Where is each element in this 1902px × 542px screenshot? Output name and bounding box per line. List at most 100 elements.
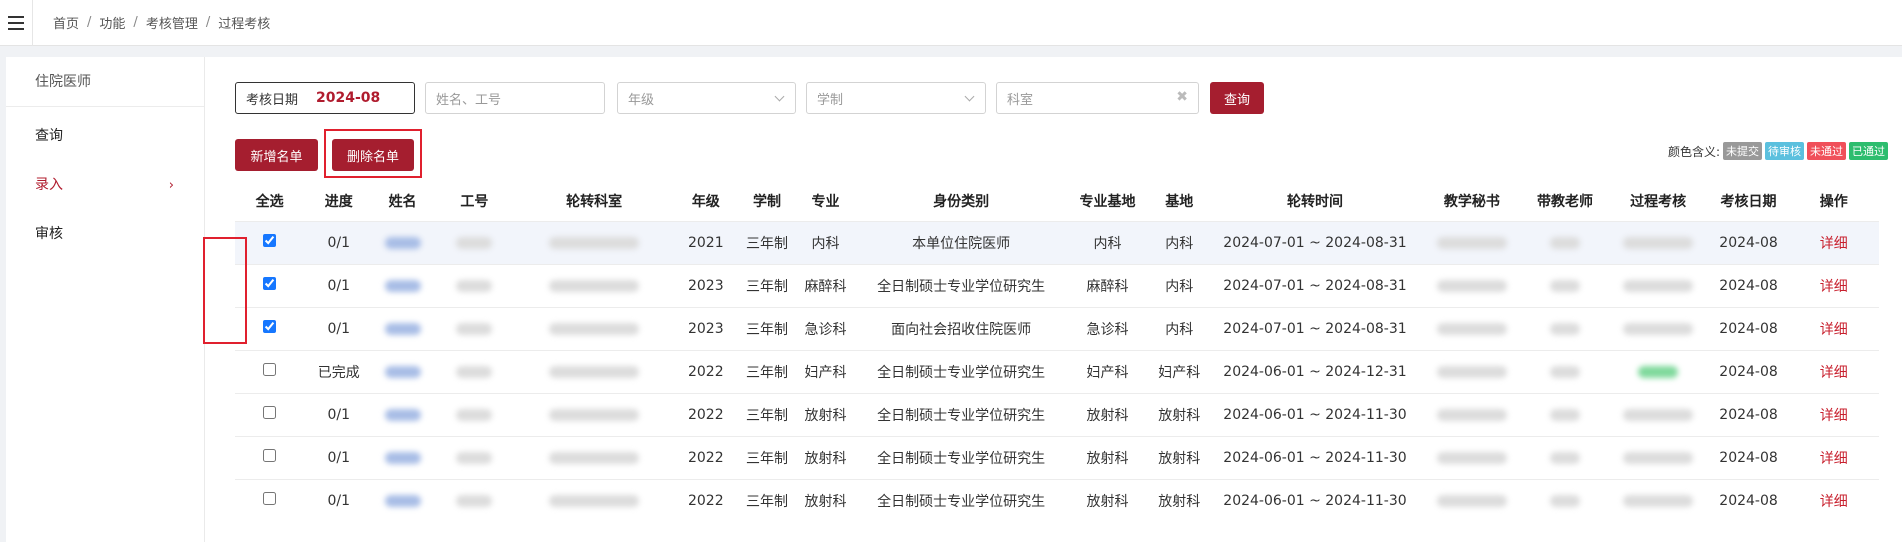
system-cell: 三年制 bbox=[740, 263, 794, 307]
redacted-secretary bbox=[1436, 408, 1507, 421]
table-row[interactable]: 0/1 2023 三年制 急诊科 面向社会招收住院医师 急诊科 内科 2024-07-01 ~… bbox=[235, 306, 1879, 350]
teacher-cell bbox=[1522, 220, 1608, 264]
major-base-cell: 急诊科 bbox=[1064, 306, 1151, 350]
name-cell bbox=[373, 306, 432, 350]
redacted-teacher bbox=[1550, 408, 1581, 421]
redacted-secretary bbox=[1436, 365, 1507, 378]
sidebar-item-query[interactable]: 查询 bbox=[6, 112, 204, 161]
breadcrumb-home[interactable]: 首页 bbox=[53, 13, 79, 32]
col-rotation-dept: 轮转科室 bbox=[516, 181, 672, 221]
col-operation: 操作 bbox=[1788, 181, 1879, 221]
col-assessment-date: 考核日期 bbox=[1708, 181, 1789, 221]
sidebar-item-review[interactable]: 审核 bbox=[6, 210, 204, 259]
teaching-secretary-cell bbox=[1421, 220, 1523, 264]
major-base-cell: 麻醉科 bbox=[1064, 263, 1151, 307]
assessment-date-cell: 2024-08 bbox=[1708, 392, 1789, 436]
redacted-rotation-dept bbox=[549, 408, 640, 421]
detail-link[interactable]: 详细 bbox=[1820, 494, 1848, 510]
row-checkbox[interactable] bbox=[263, 492, 277, 506]
table-row[interactable]: 0/1 2021 三年制 内科 本单位住院医师 内科 内科 2024-07-01 ~ 2024… bbox=[235, 220, 1879, 264]
operation-cell: 详细 bbox=[1788, 220, 1879, 264]
teaching-secretary-cell bbox=[1421, 478, 1523, 522]
legend-label: 颜色含义: bbox=[1667, 144, 1720, 159]
col-base: 基地 bbox=[1150, 181, 1209, 221]
detail-link[interactable]: 详细 bbox=[1820, 365, 1848, 381]
identity-cell: 全日制硕士专业学位研究生 bbox=[857, 392, 1065, 436]
clear-icon[interactable]: ✖ bbox=[1176, 89, 1188, 105]
staff-id-cell bbox=[431, 220, 517, 264]
col-system: 学制 bbox=[740, 181, 794, 221]
sidebar-item-label: 审核 bbox=[35, 226, 63, 242]
detail-link[interactable]: 详细 bbox=[1820, 236, 1848, 252]
grade-select[interactable]: 年级 bbox=[617, 82, 796, 114]
department-select[interactable]: 科室 ✖ bbox=[996, 82, 1199, 114]
base-cell: 放射科 bbox=[1150, 478, 1209, 522]
teacher-cell bbox=[1522, 349, 1608, 393]
name-cell bbox=[373, 263, 432, 307]
row-checkbox[interactable] bbox=[263, 449, 277, 462]
assessment-date-picker[interactable]: 考核日期 2024-08 bbox=[235, 82, 415, 114]
rotation-dept-cell bbox=[516, 263, 672, 307]
system-select[interactable]: 学制 bbox=[806, 82, 986, 114]
row-checkbox[interactable] bbox=[263, 277, 277, 290]
breadcrumb-function[interactable]: 功能 bbox=[99, 13, 125, 32]
table-body: 0/1 2021 三年制 内科 本单位住院医师 内科 内科 2024-07-01 ~ 2024… bbox=[235, 220, 1879, 522]
table-row[interactable]: 0/1 2022 三年制 放射科 全日制硕士专业学位研究生 放射科 放射科 2024-06-0… bbox=[235, 478, 1879, 522]
redacted-secretary bbox=[1436, 279, 1507, 292]
base-cell: 内科 bbox=[1150, 306, 1209, 350]
major-base-cell: 放射科 bbox=[1064, 435, 1151, 479]
redacted-secretary bbox=[1436, 494, 1507, 507]
grade-cell: 2023 bbox=[671, 306, 741, 350]
rotation-time-cell: 2024-07-01 ~ 2024-08-31 bbox=[1208, 220, 1422, 264]
rotation-time-cell: 2024-07-01 ~ 2024-08-31 bbox=[1208, 263, 1422, 307]
base-cell: 放射科 bbox=[1150, 392, 1209, 436]
detail-link[interactable]: 详细 bbox=[1820, 408, 1848, 424]
major-cell: 放射科 bbox=[793, 392, 858, 436]
sidebar-item-entry[interactable]: 录入 › bbox=[6, 161, 204, 210]
redacted-staff-id bbox=[456, 494, 493, 507]
redacted-teacher bbox=[1550, 494, 1581, 507]
assessment-date-cell: 2024-08 bbox=[1708, 478, 1789, 522]
detail-link[interactable]: 详细 bbox=[1820, 322, 1848, 338]
redacted-teacher bbox=[1550, 451, 1581, 464]
identity-cell: 全日制硕士专业学位研究生 bbox=[857, 435, 1065, 479]
table-row[interactable]: 0/1 2022 三年制 放射科 全日制硕士专业学位研究生 放射科 放射科 2024-06-0… bbox=[235, 435, 1879, 479]
add-list-button[interactable]: 新增名单 bbox=[235, 139, 318, 171]
table-row[interactable]: 0/1 2023 三年制 麻醉科 全日制硕士专业学位研究生 麻醉科 内科 2024-07-01… bbox=[235, 263, 1879, 307]
redacted-staff-id bbox=[456, 322, 493, 335]
col-select-all[interactable]: 全选 bbox=[235, 181, 305, 221]
topbar-divider bbox=[32, 0, 33, 46]
name-id-input[interactable]: 姓名、工号 bbox=[425, 82, 605, 114]
col-staff-id: 工号 bbox=[431, 181, 517, 221]
table-row[interactable]: 0/1 2022 三年制 放射科 全日制硕士专业学位研究生 放射科 放射科 2024-06-0… bbox=[235, 392, 1879, 436]
table-row[interactable]: 已完成 2022 三年制 妇产科 全日制硕士专业学位研究生 妇产科 妇产科 2024-06-0… bbox=[235, 349, 1879, 393]
sidebar: 住院医师 查询 录入 › 审核 bbox=[6, 57, 205, 542]
row-checkbox[interactable] bbox=[263, 363, 277, 376]
rotation-time-cell: 2024-07-01 ~ 2024-08-31 bbox=[1208, 306, 1422, 350]
detail-link[interactable]: 详细 bbox=[1820, 451, 1848, 467]
color-legend: 颜色含义: 未提交 待审核 未通过 已通过 bbox=[1668, 142, 1888, 160]
redacted-secretary bbox=[1436, 236, 1507, 249]
chevron-down-icon bbox=[774, 91, 785, 102]
row-checkbox[interactable] bbox=[263, 406, 277, 419]
breadcrumb: 首页 / 功能 / 考核管理 / 过程考核 bbox=[53, 13, 270, 32]
row-checkbox[interactable] bbox=[263, 320, 277, 333]
rotation-time-cell: 2024-06-01 ~ 2024-11-30 bbox=[1208, 435, 1422, 479]
process-assessment-cell bbox=[1607, 435, 1709, 479]
detail-link[interactable]: 详细 bbox=[1820, 279, 1848, 295]
row-checkbox[interactable] bbox=[263, 234, 277, 247]
system-cell: 三年制 bbox=[740, 220, 794, 264]
breadcrumb-assessment-mgmt[interactable]: 考核管理 bbox=[146, 13, 198, 32]
row-checkbox-cell bbox=[235, 435, 305, 479]
query-button[interactable]: 查询 bbox=[1210, 82, 1264, 114]
major-cell: 放射科 bbox=[793, 435, 858, 479]
assessment-date-cell: 2024-08 bbox=[1708, 349, 1789, 393]
menu-toggle-icon[interactable] bbox=[8, 15, 24, 30]
system-cell: 三年制 bbox=[740, 349, 794, 393]
name-cell bbox=[373, 392, 432, 436]
col-process-assessment: 过程考核 bbox=[1607, 181, 1709, 221]
progress-cell: 0/1 bbox=[304, 263, 374, 307]
rotation-dept-cell bbox=[516, 392, 672, 436]
identity-cell: 全日制硕士专业学位研究生 bbox=[857, 478, 1065, 522]
process-assessment-cell bbox=[1607, 263, 1709, 307]
